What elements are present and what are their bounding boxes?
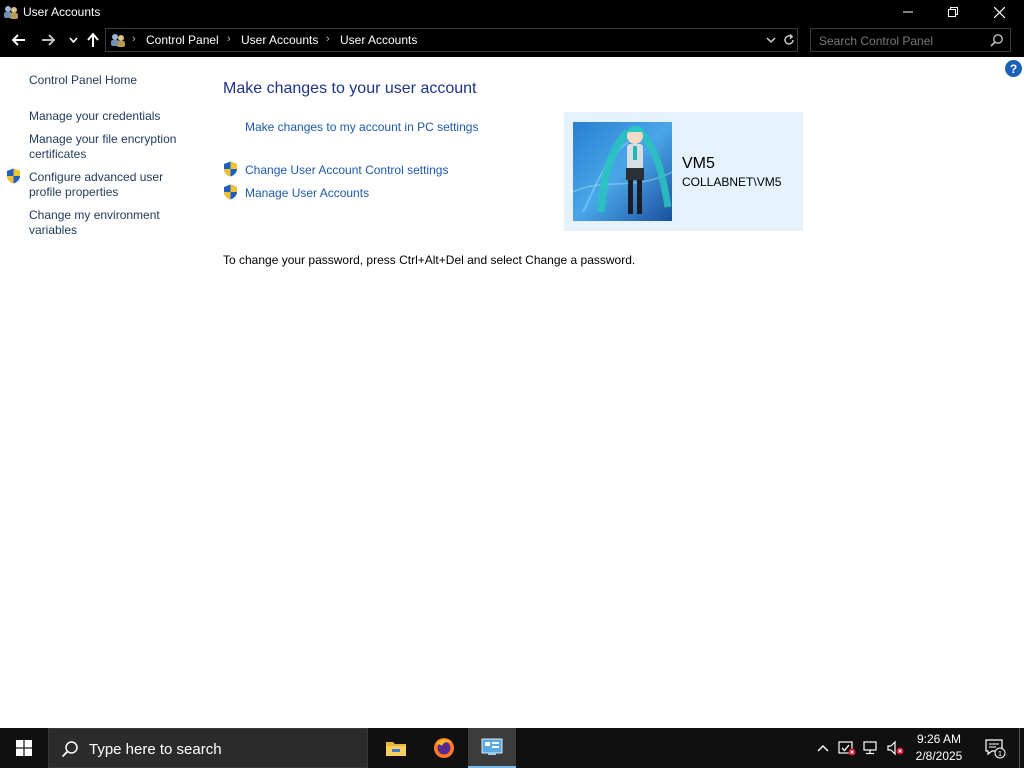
page-title: Make changes to your user account [223,80,477,97]
firefox-icon [434,738,454,758]
title-bar: User Accounts [0,0,1024,24]
user-avatar [573,122,672,221]
search-icon [61,740,79,758]
network-icon[interactable] [860,728,882,768]
clock-time: 9:26 AM [916,732,962,746]
minimize-button[interactable] [885,0,931,24]
user-account-tile: VM5 COLLABNET\VM5 [564,112,803,231]
change-environment-variables-line2: variables [29,223,78,237]
show-hidden-icons-chevron-icon[interactable] [812,728,834,768]
refresh-icon[interactable] [781,32,797,48]
help-icon[interactable]: ? [1005,60,1022,77]
folder-icon [386,742,406,756]
configure-advanced-profile-line2: profile properties [29,185,119,199]
file-explorer-taskbar-button[interactable] [372,728,420,768]
control-panel-icon [481,738,503,755]
control-panel-taskbar-button[interactable] [468,728,516,768]
user-name: VM5 [682,155,715,172]
firefox-taskbar-button[interactable] [420,728,468,768]
security-alert-icon[interactable] [836,728,858,768]
breadcrumb-separator-icon: › [326,33,330,45]
forward-arrow-icon[interactable] [37,29,59,51]
taskbar-search-placeholder: Type here to search [89,741,222,758]
configure-advanced-profile-link[interactable]: Configure advanced user profile properti… [29,170,163,200]
change-environment-variables-line1: Change my environment [29,208,160,222]
control-panel-search-input[interactable]: Search Control Panel [810,28,1011,52]
manage-credentials-link[interactable]: Manage your credentials [29,109,160,124]
configure-advanced-profile-line1: Configure advanced user [29,170,164,184]
uac-shield-icon [6,168,21,184]
address-dropdown-chevron-icon[interactable] [763,32,779,48]
close-button[interactable] [976,0,1022,24]
windows-logo-icon [16,740,32,756]
breadcrumb-user-accounts[interactable]: User Accounts [340,33,417,47]
clock-date: 2/8/2025 [915,749,963,763]
breadcrumb-user-accounts-category[interactable]: User Accounts [241,33,318,47]
manage-user-accounts-link[interactable]: Manage User Accounts [245,186,369,200]
search-icon[interactable] [990,33,1004,47]
control-panel-home-link[interactable]: Control Panel Home [29,73,137,88]
restore-button[interactable] [930,0,976,24]
window-title: User Accounts [23,5,101,19]
search-placeholder: Search Control Panel [819,34,934,48]
breadcrumb-separator-icon: › [227,33,231,45]
uac-shield-icon [223,161,238,177]
breadcrumb-separator-icon: › [132,33,136,45]
address-bar[interactable]: › Control Panel › User Accounts › User A… [105,28,798,52]
breadcrumb-control-panel[interactable]: Control Panel [146,33,219,47]
recent-locations-chevron-icon[interactable] [62,29,84,51]
action-center-button[interactable]: 1 [978,728,1012,768]
notification-icon: 1 [985,739,1006,759]
volume-muted-icon[interactable] [884,728,906,768]
control-panel-location-icon [109,32,127,48]
show-desktop-button[interactable] [1019,728,1024,768]
manage-file-encryption-line2: certificates [29,147,87,161]
user-accounts-icon [3,4,19,20]
up-arrow-icon[interactable] [82,29,104,51]
uac-settings-link[interactable]: Change User Account Control settings [245,163,448,177]
start-button[interactable] [0,728,48,768]
change-environment-variables-link[interactable]: Change my environment variables [29,208,160,238]
user-domain: COLLABNET\VM5 [682,175,782,189]
pc-settings-link[interactable]: Make changes to my account in PC setting… [245,120,478,134]
manage-file-encryption-link[interactable]: Manage your file encryption certificates [29,132,176,162]
taskbar-search-box[interactable]: Type here to search [48,728,368,768]
back-arrow-icon[interactable] [8,29,30,51]
password-info-text: To change your password, press Ctrl+Alt+… [223,253,636,267]
system-clock[interactable]: 9:26 AM 2/8/2025 [908,731,970,765]
navigation-bar: › Control Panel › User Accounts › User A… [0,24,1024,57]
notification-count: 1 [998,749,1002,758]
taskbar: Type here to search 9:26 AM 2/8/2025 1 [0,728,1024,768]
uac-shield-icon [223,184,238,200]
manage-file-encryption-line1: Manage your file encryption [29,132,177,146]
